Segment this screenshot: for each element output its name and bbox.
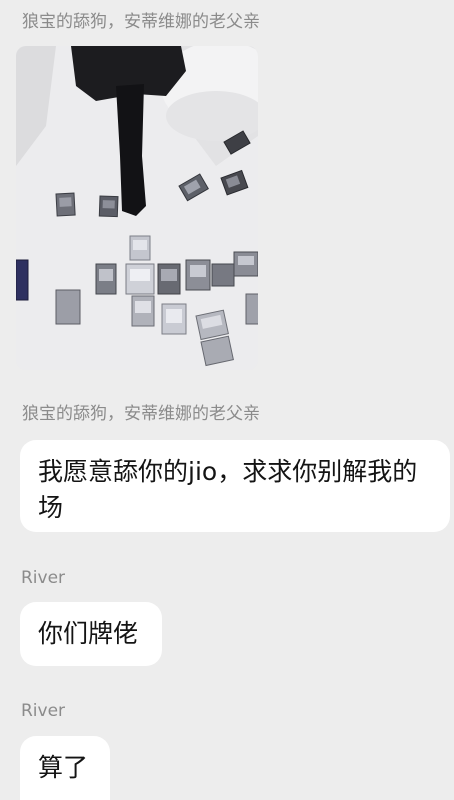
photo-content <box>16 46 258 370</box>
sender-name: River <box>21 701 66 721</box>
sender-name: 狼宝的舔狗，安蒂维娜的老父亲 <box>22 404 260 424</box>
message-text: 算了 <box>38 753 89 782</box>
message-bubble[interactable]: 算了 <box>20 736 110 800</box>
sender-name: 狼宝的舔狗，安蒂维娜的老父亲 <box>22 12 260 32</box>
message-image[interactable] <box>16 46 258 370</box>
message-text: 我愿意舔你的jio，求求你别解我的场 <box>38 457 418 522</box>
message-bubble[interactable]: 你们牌佬 <box>20 602 162 666</box>
sender-name: River <box>21 568 66 588</box>
message-text: 你们牌佬 <box>38 619 139 648</box>
message-bubble[interactable]: 我愿意舔你的jio，求求你别解我的场 <box>20 440 450 532</box>
